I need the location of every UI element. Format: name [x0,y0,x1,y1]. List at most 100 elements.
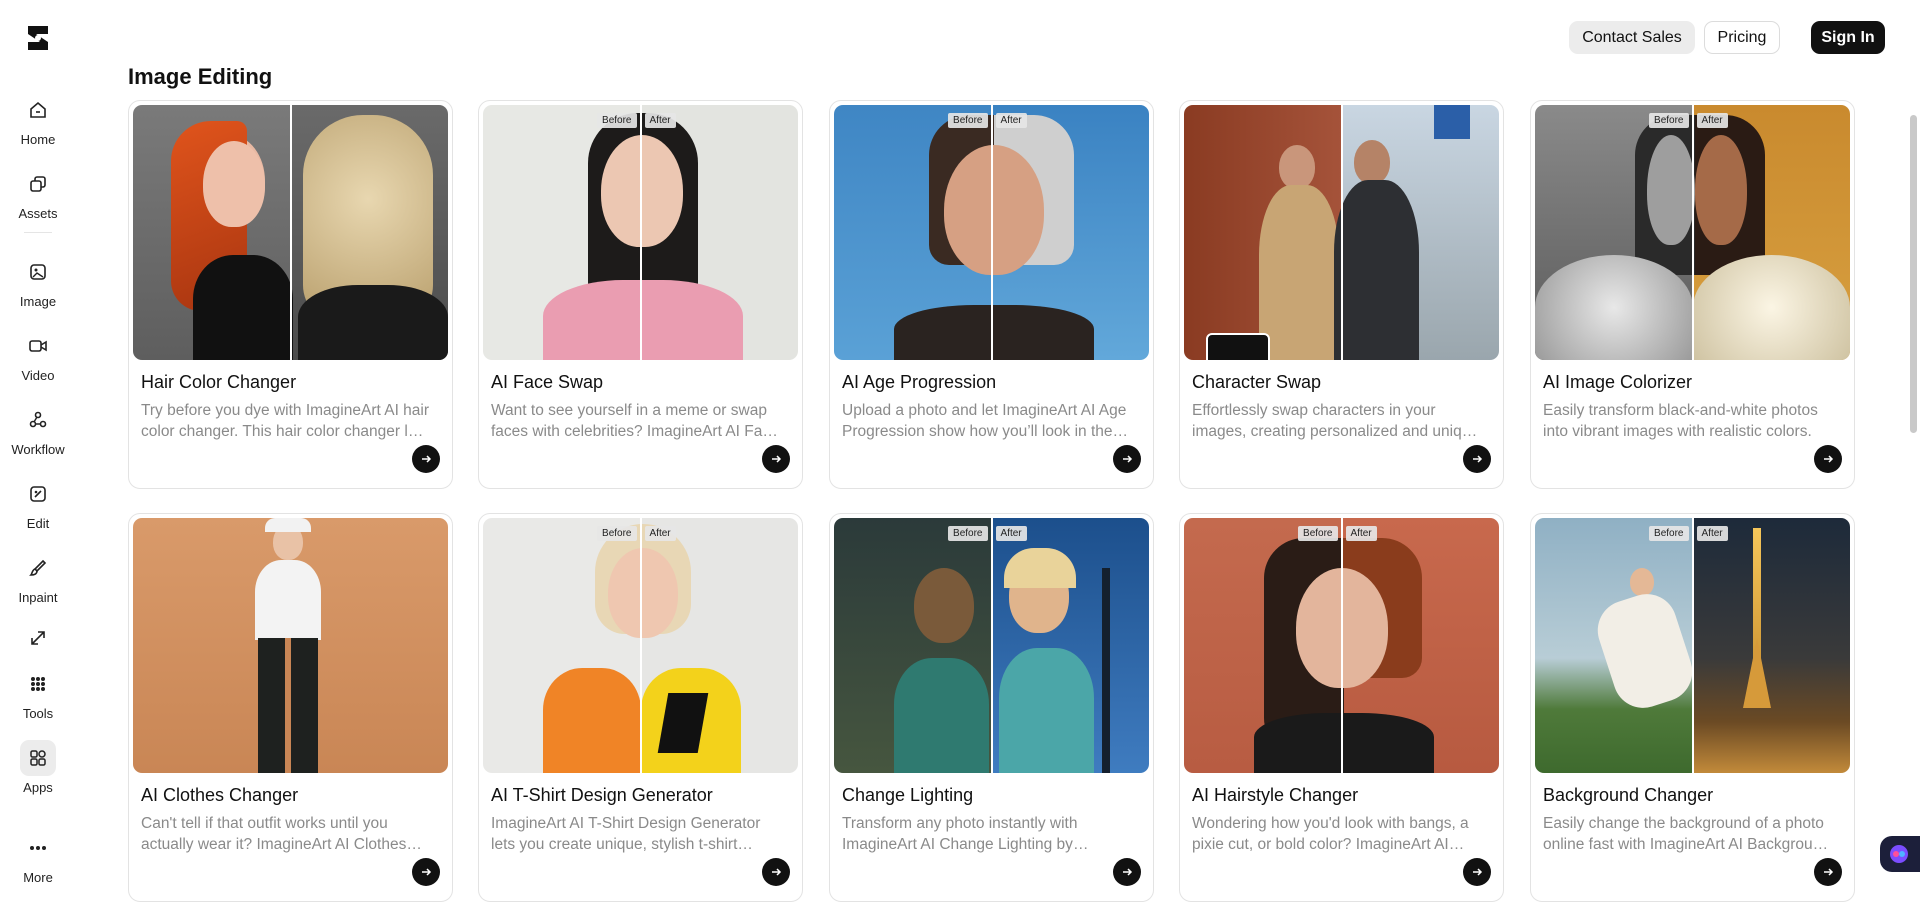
card-description: Easily change the background of a photo … [1543,815,1830,853]
open-arrow-button[interactable] [412,445,440,473]
card-thumbnail [133,518,448,773]
sidebar-item-label: Edit [26,516,50,531]
sidebar-item-edit[interactable]: Edit [0,476,76,531]
open-arrow-button[interactable] [1463,858,1491,886]
card-title: AI Face Swap [491,372,604,392]
app-card-ai-image-colorizer[interactable]: Before After AI Image Colorizer Easily t… [1530,100,1855,489]
app-card-background-changer[interactable]: Before After Background Changer Easily c… [1530,513,1855,902]
sidebar-item-label: Assets [18,206,58,221]
arrow-right-icon [1824,455,1834,463]
card-description: Wondering how you'd look with bangs, a p… [1192,815,1469,853]
sidebar-item-inpaint[interactable]: Inpaint [0,550,76,605]
tools-icon [20,666,56,702]
before-tag: Before [948,113,988,128]
card-description: ImagineArt AI T-Shirt Design Generator l… [491,815,761,853]
before-tag: Before [1649,526,1689,541]
sidebar-item-video[interactable]: Video [0,328,76,383]
arrow-right-icon [772,868,782,876]
open-arrow-button[interactable] [762,858,790,886]
app-card-character-swap[interactable]: Character Swap Effortlessly swap charact… [1179,100,1504,489]
sidebar-item-workflow[interactable]: Workflow [0,402,76,457]
sign-in-button[interactable]: Sign In [1811,21,1885,54]
arrow-right-icon [1123,868,1133,876]
app-card-hair-color-changer[interactable]: Hair Color Changer Try before you dye wi… [128,100,453,489]
card-title: AI Hairstyle Changer [1192,785,1359,805]
sidebar-item-label: More [23,870,53,885]
card-description: Transform any photo instantly with Imagi… [842,815,1078,853]
assets-icon [20,166,56,202]
app-card-ai-face-swap[interactable]: Before After AI Face Swap Want to see yo… [478,100,803,489]
image-icon [20,254,56,290]
card-description: Upload a photo and let ImagineArt AI Age… [842,402,1127,440]
arrow-right-icon [1123,455,1133,463]
arrow-right-icon [422,455,432,463]
sidebar-item-home[interactable]: Home [0,92,76,147]
open-arrow-button[interactable] [1463,445,1491,473]
sidebar-item-label: Home [20,132,56,147]
open-arrow-button[interactable] [762,445,790,473]
video-icon [20,328,56,364]
sidebar-item-label: Image [19,294,57,309]
sidebar-item-more[interactable]: More [0,830,76,885]
after-tag: After [1696,113,1728,128]
open-arrow-button[interactable] [1113,445,1141,473]
card-thumbnail: Before After [483,518,798,773]
sidebar-item-assets[interactable]: Assets [0,166,76,221]
scrollbar-thumb[interactable] [1910,115,1917,433]
after-tag: After [644,113,676,128]
sidebar-item-image[interactable]: Image [0,254,76,309]
sidebar: Home Assets Image Video Workflow Edit In… [0,0,76,905]
pricing-button[interactable]: Pricing [1704,21,1780,54]
after-tag: After [1345,526,1377,541]
edit-icon [20,476,56,512]
open-arrow-button[interactable] [1814,445,1842,473]
open-arrow-button[interactable] [412,858,440,886]
arrow-right-icon [422,868,432,876]
assistant-icon [1890,845,1908,863]
assistant-launcher-button[interactable] [1880,836,1920,872]
sidebar-item-label: Inpaint [18,590,58,605]
before-tag: Before [1298,526,1338,541]
card-thumbnail: Before After [1535,105,1850,360]
apps-icon [20,740,56,776]
card-description: Try before you dye with ImagineArt AI ha… [141,402,430,440]
arrow-right-icon [1473,868,1483,876]
card-title: Change Lighting [842,785,974,805]
card-description: Want to see yourself in a meme or swap f… [491,402,779,440]
card-thumbnail [133,105,448,360]
card-description: Easily transform black-and-white photos … [1543,402,1818,440]
card-thumbnail: Before After [483,105,798,360]
card-title: Background Changer [1543,785,1714,805]
card-title: AI T-Shirt Design Generator [491,785,713,805]
card-thumbnail: Before After [834,105,1149,360]
app-card-ai-tshirt-design-generator[interactable]: Before After AI T-Shirt Design Generator… [478,513,803,902]
app-card-ai-hairstyle-changer[interactable]: Before After AI Hairstyle Changer Wonder… [1179,513,1504,902]
card-title: Hair Color Changer [141,372,297,392]
contact-sales-button[interactable]: Contact Sales [1569,21,1695,54]
app-card-ai-clothes-changer[interactable]: AI Clothes Changer Can't tell if that ou… [128,513,453,902]
upscale-icon [20,620,56,656]
after-tag: After [995,113,1027,128]
sidebar-item-apps[interactable]: Apps [0,740,76,795]
card-thumbnail: Before After [1184,518,1499,773]
arrow-right-icon [1473,455,1483,463]
sidebar-item-label: Apps [23,780,53,795]
home-icon [20,92,56,128]
sidebar-item-label: Video [21,368,55,383]
brand-logo[interactable] [22,22,54,54]
section-title: Image Editing [128,64,273,89]
sidebar-item-upscale[interactable] [0,620,76,656]
sidebar-item-tools[interactable]: Tools [0,666,76,721]
arrow-right-icon [772,455,782,463]
open-arrow-button[interactable] [1113,858,1141,886]
sidebar-item-label: Workflow [11,442,65,457]
more-icon [20,830,56,866]
before-tag: Before [597,113,637,128]
app-card-ai-age-progression[interactable]: Before After AI Age Progression Upload a… [829,100,1154,489]
open-arrow-button[interactable] [1814,858,1842,886]
app-card-change-lighting[interactable]: Before After Change Lighting Transform a… [829,513,1154,902]
card-title: AI Clothes Changer [141,785,299,805]
sidebar-item-label: Tools [22,706,54,721]
before-tag: Before [948,526,988,541]
card-title: Character Swap [1192,372,1322,392]
